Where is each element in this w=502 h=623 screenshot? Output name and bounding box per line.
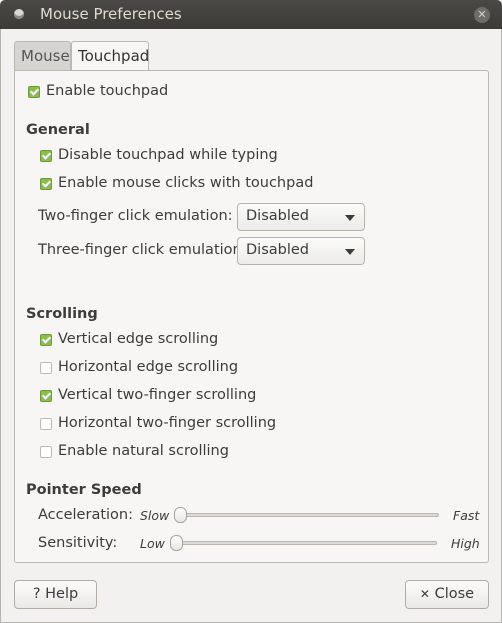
chevron-down-icon bbox=[345, 249, 355, 255]
acceleration-min-label: Slow bbox=[140, 508, 170, 523]
enable-mouse-clicks-label[interactable]: Enable mouse clicks with touchpad bbox=[58, 175, 313, 191]
sensitivity-max-label: High bbox=[451, 536, 480, 551]
sensitivity-slider-track[interactable] bbox=[170, 541, 437, 545]
horizontal-two-finger-scrolling-checkbox[interactable] bbox=[40, 418, 52, 430]
natural-scrolling-checkbox[interactable] bbox=[40, 446, 52, 458]
title-bar: Mouse Preferences ✕ bbox=[0, 0, 502, 29]
scrolling-heading: Scrolling bbox=[26, 306, 98, 322]
horizontal-two-finger-scrolling-label[interactable]: Horizontal two-finger scrolling bbox=[58, 415, 276, 431]
tab-mouse-label: Mouse bbox=[21, 47, 70, 65]
enable-touchpad-checkbox[interactable] bbox=[28, 86, 40, 98]
window-title: Mouse Preferences bbox=[40, 5, 182, 23]
window-close-button[interactable]: ✕ bbox=[474, 7, 490, 23]
general-heading: General bbox=[26, 122, 90, 138]
three-finger-click-value: Disabled bbox=[246, 242, 309, 258]
chevron-down-icon bbox=[345, 215, 355, 221]
tab-mouse[interactable]: Mouse bbox=[14, 41, 71, 70]
acceleration-slider-thumb[interactable] bbox=[174, 507, 187, 523]
horizontal-edge-scrolling-checkbox[interactable] bbox=[40, 362, 52, 374]
horizontal-edge-scrolling-label[interactable]: Horizontal edge scrolling bbox=[58, 359, 238, 375]
close-button[interactable]: ✕ Close bbox=[405, 580, 489, 609]
vertical-two-finger-scrolling-label[interactable]: Vertical two-finger scrolling bbox=[58, 387, 256, 403]
acceleration-slider-track[interactable] bbox=[174, 513, 439, 517]
sensitivity-min-label: Low bbox=[140, 536, 165, 551]
disable-while-typing-label[interactable]: Disable touchpad while typing bbox=[58, 147, 278, 163]
help-button-label: Help bbox=[45, 586, 79, 602]
close-icon: ✕ bbox=[477, 8, 487, 21]
two-finger-click-label: Two-finger click emulation: bbox=[38, 208, 233, 224]
sensitivity-label: Sensitivity: bbox=[38, 535, 118, 551]
three-finger-click-label: Three-finger click emulation: bbox=[38, 242, 247, 258]
help-button[interactable]: ? Help bbox=[14, 580, 97, 609]
two-finger-click-dropdown[interactable]: Disabled bbox=[237, 203, 365, 231]
close-button-label: Close bbox=[434, 586, 475, 602]
natural-scrolling-label[interactable]: Enable natural scrolling bbox=[58, 443, 229, 459]
acceleration-max-label: Fast bbox=[453, 508, 480, 523]
vertical-edge-scrolling-label[interactable]: Vertical edge scrolling bbox=[58, 331, 218, 347]
sensitivity-slider-thumb[interactable] bbox=[170, 535, 183, 551]
vertical-edge-scrolling-checkbox[interactable] bbox=[40, 334, 52, 346]
disable-while-typing-checkbox[interactable] bbox=[40, 150, 52, 162]
tab-touchpad[interactable]: Touchpad bbox=[71, 41, 149, 71]
three-finger-click-dropdown[interactable]: Disabled bbox=[237, 237, 365, 265]
enable-mouse-clicks-checkbox[interactable] bbox=[40, 178, 52, 190]
help-icon: ? bbox=[32, 586, 41, 602]
acceleration-label: Acceleration: bbox=[38, 507, 133, 523]
vertical-two-finger-scrolling-checkbox[interactable] bbox=[40, 390, 52, 402]
tab-touchpad-label: Touchpad bbox=[78, 47, 150, 65]
pointer-speed-heading: Pointer Speed bbox=[26, 482, 142, 498]
enable-touchpad-label[interactable]: Enable touchpad bbox=[46, 83, 168, 99]
two-finger-click-value: Disabled bbox=[246, 208, 309, 224]
mouse-app-icon bbox=[14, 9, 24, 19]
close-icon: ✕ bbox=[419, 587, 430, 601]
